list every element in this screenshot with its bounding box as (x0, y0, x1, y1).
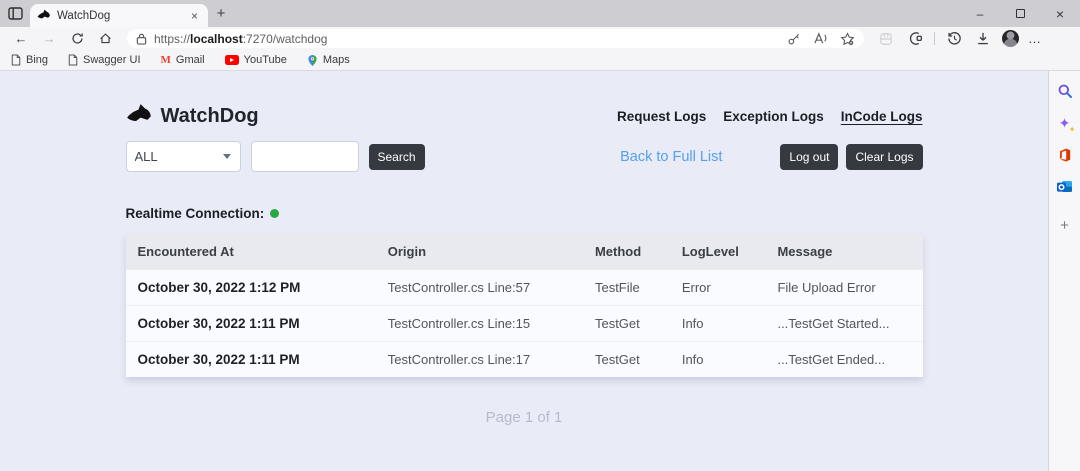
settings-menu-icon[interactable]: … (1028, 31, 1042, 46)
back-button[interactable]: ← (9, 32, 33, 45)
bookmark-gmail[interactable]: M Gmail (161, 54, 205, 66)
nav-exception-logs[interactable]: Exception Logs (723, 109, 824, 124)
realtime-connection-status: Realtime Connection: (126, 206, 923, 221)
browser-toolbar: ← → https://localhost:7270/watchdog (0, 27, 1080, 50)
password-key-icon[interactable] (787, 32, 801, 46)
logs-table: Encountered At Origin Method LogLevel Me… (126, 234, 923, 377)
page-icon (11, 54, 21, 66)
bookmark-maps[interactable]: Maps (307, 54, 350, 67)
bookmarks-bar: Bing Swagger UI M Gmail YouTube Maps (0, 50, 1080, 71)
sidebar-copilot-icon[interactable]: ✦ ✦ (1055, 113, 1075, 133)
connection-status-dot (270, 209, 279, 218)
logout-button[interactable]: Log out (780, 144, 838, 170)
col-loglevel: LogLevel (670, 234, 766, 270)
new-tab-button[interactable]: + (208, 1, 234, 27)
watchdog-favicon-icon (37, 9, 51, 23)
forward-button[interactable]: → (37, 32, 61, 45)
table-header-row: Encountered At Origin Method LogLevel Me… (126, 234, 923, 270)
action-bar: Back to Full List Log out Clear Logs (620, 144, 922, 170)
toolbar-separator (934, 32, 935, 45)
address-bar[interactable]: https://localhost:7270/watchdog (127, 29, 864, 48)
nav-request-logs[interactable]: Request Logs (617, 109, 706, 124)
maximize-icon (1016, 9, 1025, 18)
log-level-select[interactable]: ALL (126, 141, 241, 172)
browser-tab-watchdog[interactable]: WatchDog × (30, 4, 208, 27)
sidebar-outlook-icon[interactable] (1055, 177, 1075, 197)
realtime-label: Realtime Connection: (126, 206, 265, 221)
col-encountered-at: Encountered At (126, 234, 376, 270)
lock-icon (136, 33, 147, 45)
browser-content: WatchDog Request Logs Exception Logs InC… (0, 71, 1080, 471)
history-icon[interactable] (944, 29, 964, 49)
address-bar-actions (787, 32, 855, 46)
favorites-star-icon[interactable] (840, 32, 855, 46)
downloads-icon[interactable] (973, 29, 993, 49)
refresh-button[interactable] (65, 32, 89, 45)
log-level-select-wrap: ALL (126, 141, 241, 172)
maps-icon (307, 54, 318, 67)
filter-bar: ALL Search (126, 141, 425, 172)
table-row: October 30, 2022 1:11 PM TestController.… (126, 342, 923, 378)
maximize-button[interactable] (1000, 0, 1040, 27)
bookmark-youtube[interactable]: YouTube (225, 54, 287, 66)
log-type-nav: Request Logs Exception Logs InCode Logs (617, 109, 923, 124)
bookmark-swagger-ui[interactable]: Swagger UI (68, 54, 140, 66)
brand-title: WatchDog (161, 105, 259, 128)
search-input[interactable] (251, 141, 359, 172)
sidebar-customize-icon[interactable]: + (1055, 215, 1075, 235)
table-row: October 30, 2022 1:11 PM TestController.… (126, 306, 923, 342)
window-controls: – × (960, 0, 1080, 27)
minimize-button[interactable]: – (960, 0, 1000, 27)
sidebar-search-icon[interactable] (1055, 81, 1075, 101)
col-method: Method (583, 234, 670, 270)
edge-sidebar: ✦ ✦ + (1048, 71, 1080, 471)
gmail-icon: M (161, 54, 171, 66)
tab-title: WatchDog (57, 10, 182, 22)
tab-close-icon[interactable]: × (188, 9, 201, 23)
sidebar-office-icon[interactable] (1055, 145, 1075, 165)
watchdog-page: WatchDog Request Logs Exception Logs InC… (0, 71, 1048, 471)
col-message: Message (765, 234, 922, 270)
watchdog-logo[interactable]: WatchDog (126, 103, 259, 130)
youtube-icon (225, 55, 239, 65)
profile-avatar[interactable] (1002, 30, 1019, 47)
toolbar-right-icons: … (876, 29, 1042, 49)
browser-essentials-icon[interactable] (905, 29, 925, 49)
clear-logs-button[interactable]: Clear Logs (846, 144, 922, 170)
watchdog-dog-icon (126, 103, 153, 130)
extensions-icon[interactable] (876, 29, 896, 49)
back-to-full-list-link[interactable]: Back to Full List (620, 149, 722, 165)
bookmark-bing[interactable]: Bing (11, 54, 48, 66)
browser-titlebar: WatchDog × + – × (0, 0, 1080, 27)
home-button[interactable] (93, 32, 117, 45)
close-button[interactable]: × (1040, 0, 1080, 27)
nav-incode-logs[interactable]: InCode Logs (841, 109, 923, 124)
table-row: October 30, 2022 1:12 PM TestController.… (126, 270, 923, 306)
pagination-info: Page 1 of 1 (126, 409, 923, 426)
read-aloud-icon[interactable] (813, 32, 828, 45)
col-origin: Origin (376, 234, 583, 270)
browser-window: WatchDog × + – × ← → https://localhost:7… (0, 0, 1080, 471)
search-button[interactable]: Search (369, 144, 425, 170)
page-icon (68, 54, 78, 66)
url-text: https://localhost:7270/watchdog (154, 32, 327, 46)
tab-actions-icon[interactable] (0, 0, 30, 27)
